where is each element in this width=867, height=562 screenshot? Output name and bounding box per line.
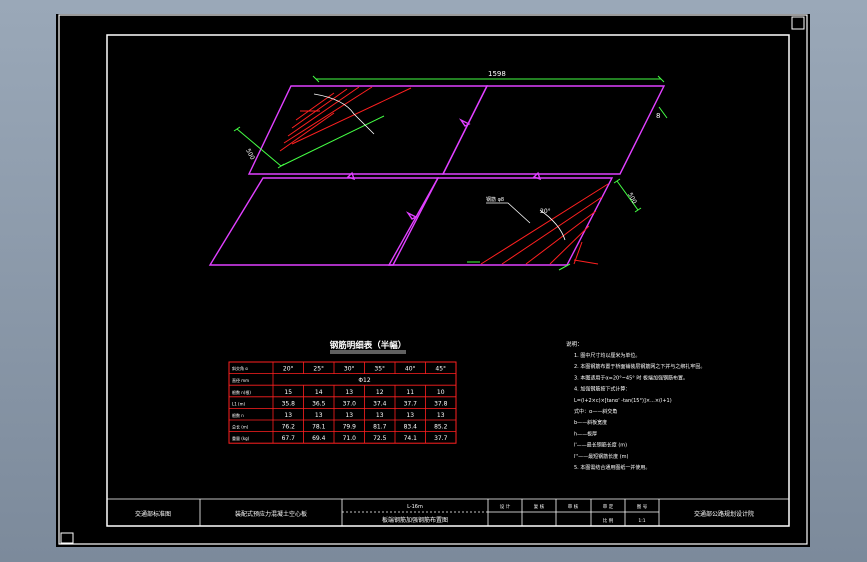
title-subcell: 比 例 <box>603 517 614 524</box>
title-cell-label: 审 核 <box>568 503 579 510</box>
table-angle-header: 20° <box>283 366 294 373</box>
title-drawing-name: 板端钢筋加强钢筋布置图 <box>382 516 448 524</box>
table-cell: 36.5 <box>312 400 326 407</box>
note-line: L=(l+2×c)×[tanα' -tan(15°)]×...×(l+1) <box>574 398 672 404</box>
table-cell: 37.0 <box>343 400 357 407</box>
note-line: b——斜板宽度 <box>574 419 607 426</box>
table-cell: 13 <box>345 389 353 396</box>
note-line: 式中：α——斜交角 <box>574 408 617 415</box>
corner-mark-bottom <box>60 532 74 544</box>
dim-side-right-label: 500 <box>626 192 638 206</box>
title-designer: 交通部公路规划设计院 <box>694 510 754 518</box>
rebar-table: 斜交角 α 20° 25° 30° 35° 40° 45° 直径 mm Φ12 根数 n(根) 15… <box>228 361 457 444</box>
table-row-label: 根数 n(根) <box>232 389 251 395</box>
table-cell: 37.7 <box>434 435 448 442</box>
title-cell-label: 复 核 <box>534 503 545 510</box>
table-row-label: L1 (m) <box>232 401 246 406</box>
title-org: 交通部标准图 <box>135 510 171 518</box>
dimension-lines <box>233 75 668 271</box>
table-angle-header: 45° <box>435 366 446 373</box>
table-cell: 13 <box>437 412 445 419</box>
cad-drawing: 1598 8 钢筋 φ8 20° 500 500 钢筋明细表（半幅） 斜交角 α… <box>58 14 808 545</box>
table-cell: 67.7 <box>282 435 296 442</box>
table-cell: 78.1 <box>312 424 326 431</box>
slab-plan: 1598 8 钢筋 φ8 20° 500 500 <box>208 70 668 271</box>
dim-corner-label: 8 <box>656 112 660 120</box>
table-cell: 74.1 <box>404 435 418 442</box>
note-line: l'——最长钢筋长度 (m) <box>574 442 627 449</box>
table-cell: 71.0 <box>343 435 357 442</box>
table-cell: 81.7 <box>373 424 387 431</box>
table-title: 钢筋明细表（半幅） <box>330 340 407 351</box>
table-cell: 13 <box>345 412 353 419</box>
table-cell: 15 <box>284 389 292 396</box>
title-cell-label: 审 定 <box>603 503 614 510</box>
table-cell: 79.9 <box>343 424 357 431</box>
table-header-label: 斜交角 α <box>232 365 248 371</box>
table-angle-header: 25° <box>313 366 324 373</box>
title-code: L-16m <box>407 504 423 510</box>
note-line: h——板厚 <box>574 430 597 437</box>
note-line: 4. 加强钢筋按下式计算： <box>574 386 630 393</box>
table-cell: 69.4 <box>312 435 326 442</box>
table-cell: 37.8 <box>434 400 448 407</box>
table-row-label: 总长 (m) <box>232 424 249 430</box>
note-line: 2. 本图钢筋布置于桥面铺装层钢筋网之下并与之绑扎牢固。 <box>574 363 705 370</box>
table-row-label: 直径 mm <box>232 377 249 383</box>
table-cell: 11 <box>406 389 414 396</box>
table-cell: 13 <box>284 412 292 419</box>
dim-side-left-label: 500 <box>244 148 256 162</box>
table-cell: 37.4 <box>373 400 387 407</box>
slab-top-left <box>247 85 489 175</box>
table-cell: 12 <box>376 389 384 396</box>
table-cell: 35.8 <box>282 400 296 407</box>
table-cell: 13 <box>406 412 414 419</box>
table-cell: 37.7 <box>404 400 418 407</box>
table-cell: 83.4 <box>404 424 418 431</box>
table-cell: 10 <box>437 389 445 396</box>
table-angle-header: 40° <box>405 366 416 373</box>
corner-mark-top <box>791 16 805 30</box>
note-line: l''——最短钢筋长度 (m) <box>574 453 629 460</box>
title-subcell: 1:1 <box>638 518 645 524</box>
table-cell: 14 <box>315 389 323 396</box>
title-cell-label: 图 号 <box>637 504 648 510</box>
slab-top-right <box>441 85 666 175</box>
angle-note-label: 20° <box>540 208 551 215</box>
rebar-note-label: 钢筋 φ8 <box>486 196 504 203</box>
note-line: 1. 图中尺寸均以厘米为单位。 <box>574 352 640 359</box>
table-cell: 76.2 <box>282 424 296 431</box>
outer-frame <box>58 14 808 545</box>
table-angle-header: 30° <box>344 366 355 373</box>
table-angle-header: 35° <box>374 366 385 373</box>
note-line: 5. 本图需结合通用图纸一并使用。 <box>574 464 650 471</box>
table-cell: 72.5 <box>373 435 387 442</box>
title-cell-label: 设 计 <box>500 503 511 510</box>
table-cell: 85.2 <box>434 424 448 431</box>
inner-frame <box>106 34 790 527</box>
table-cell: 13 <box>315 412 323 419</box>
table-cell-merged: Φ12 <box>358 377 371 384</box>
notes-list: 1. 图中尺寸均以厘米为单位。 2. 本图钢筋布置于桥面铺装层钢筋网之下并与之绑扎… <box>574 352 705 471</box>
notes-heading: 说明： <box>566 340 583 348</box>
dim-overall-label: 1598 <box>488 70 506 78</box>
title-project: 装配式预应力混凝土空心板 <box>235 510 307 518</box>
drawing-sheet: 1598 8 钢筋 φ8 20° 500 500 钢筋明细表（半幅） 斜交角 α… <box>56 14 810 547</box>
slab-bottom-left <box>208 177 440 266</box>
table-row-label: 重量 (kg) <box>232 435 250 441</box>
note-line: 3. 本图适用于α=20°~45° 时 板端加强钢筋布置。 <box>574 374 688 381</box>
table-cell: 13 <box>376 412 384 419</box>
table-row-label: 根数 n <box>232 412 244 418</box>
joint-marks <box>405 118 471 220</box>
